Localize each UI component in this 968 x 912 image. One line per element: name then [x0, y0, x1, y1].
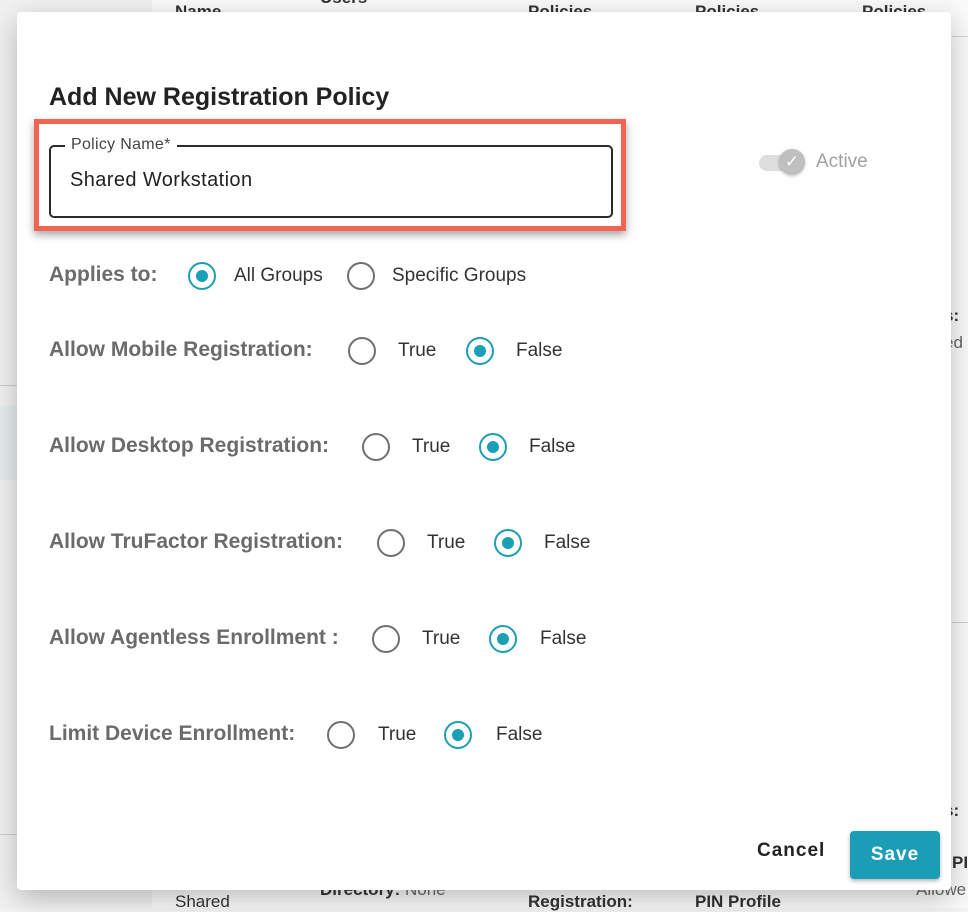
trufactor-registration-false-radio[interactable] — [494, 529, 522, 557]
desktop-registration-false-radio[interactable] — [479, 433, 507, 461]
trufactor-registration-true-label[interactable]: True — [427, 532, 465, 554]
add-registration-policy-dialog: Add New Registration Policy Policy Name*… — [17, 12, 951, 890]
device-enrollment-false-label[interactable]: False — [496, 724, 542, 746]
background-registration-label: Registration: — [528, 892, 633, 911]
active-toggle[interactable]: ✓ — [757, 149, 807, 177]
policy-name-input[interactable] — [70, 169, 590, 192]
active-label: Active — [816, 151, 868, 172]
background-pin-profile: PIN Profile — [695, 892, 781, 911]
device-enrollment-true-label[interactable]: True — [378, 724, 416, 746]
agentless-enrollment-true-label[interactable]: True — [422, 628, 460, 650]
allow-agentless-enrollment-label: Allow Agentless Enrollment : — [49, 626, 339, 649]
mobile-registration-false-label[interactable]: False — [516, 340, 562, 362]
policy-name-field[interactable]: Policy Name* — [49, 136, 613, 218]
background-fragment: PIN — [952, 853, 968, 872]
trufactor-registration-false-label[interactable]: False — [544, 532, 590, 554]
desktop-registration-true-label[interactable]: True — [412, 436, 450, 458]
allow-mobile-registration-label: Allow Mobile Registration: — [49, 338, 313, 361]
mobile-registration-true-label[interactable]: True — [398, 340, 436, 362]
background-row-name: Shared — [175, 892, 230, 911]
cancel-button[interactable]: Cancel — [757, 840, 825, 862]
trufactor-registration-true-radio[interactable] — [377, 529, 405, 557]
desktop-registration-false-label[interactable]: False — [529, 436, 575, 458]
device-enrollment-false-radio[interactable] — [444, 721, 472, 749]
agentless-enrollment-true-radio[interactable] — [372, 625, 400, 653]
background-row-highlight — [0, 405, 18, 480]
background-divider — [952, 622, 968, 623]
background-divider — [952, 36, 968, 37]
desktop-registration-true-radio[interactable] — [362, 433, 390, 461]
allow-trufactor-registration-label: Allow TruFactor Registration: — [49, 530, 344, 553]
agentless-enrollment-false-radio[interactable] — [489, 625, 517, 653]
limit-device-enrollment-label: Limit Device Enrollment: — [49, 722, 296, 745]
allow-desktop-registration-label: Allow Desktop Registration: — [49, 434, 330, 457]
specific-groups-radio[interactable] — [347, 262, 375, 290]
background-header-users: Users — [320, 0, 367, 8]
mobile-registration-true-radio[interactable] — [348, 337, 376, 365]
background-divider — [0, 385, 18, 386]
agentless-enrollment-false-label[interactable]: False — [540, 628, 586, 650]
all-groups-label[interactable]: All Groups — [234, 265, 323, 287]
all-groups-radio[interactable] — [188, 262, 216, 290]
policy-name-label: Policy Name* — [65, 136, 177, 154]
save-button[interactable]: Save — [850, 831, 940, 879]
background-divider — [0, 834, 18, 835]
dialog-title: Add New Registration Policy — [49, 83, 390, 111]
applies-to-label: Applies to: — [49, 263, 158, 286]
check-icon: ✓ — [779, 149, 805, 175]
device-enrollment-true-radio[interactable] — [327, 721, 355, 749]
mobile-registration-false-radio[interactable] — [466, 337, 494, 365]
specific-groups-label[interactable]: Specific Groups — [392, 265, 526, 287]
